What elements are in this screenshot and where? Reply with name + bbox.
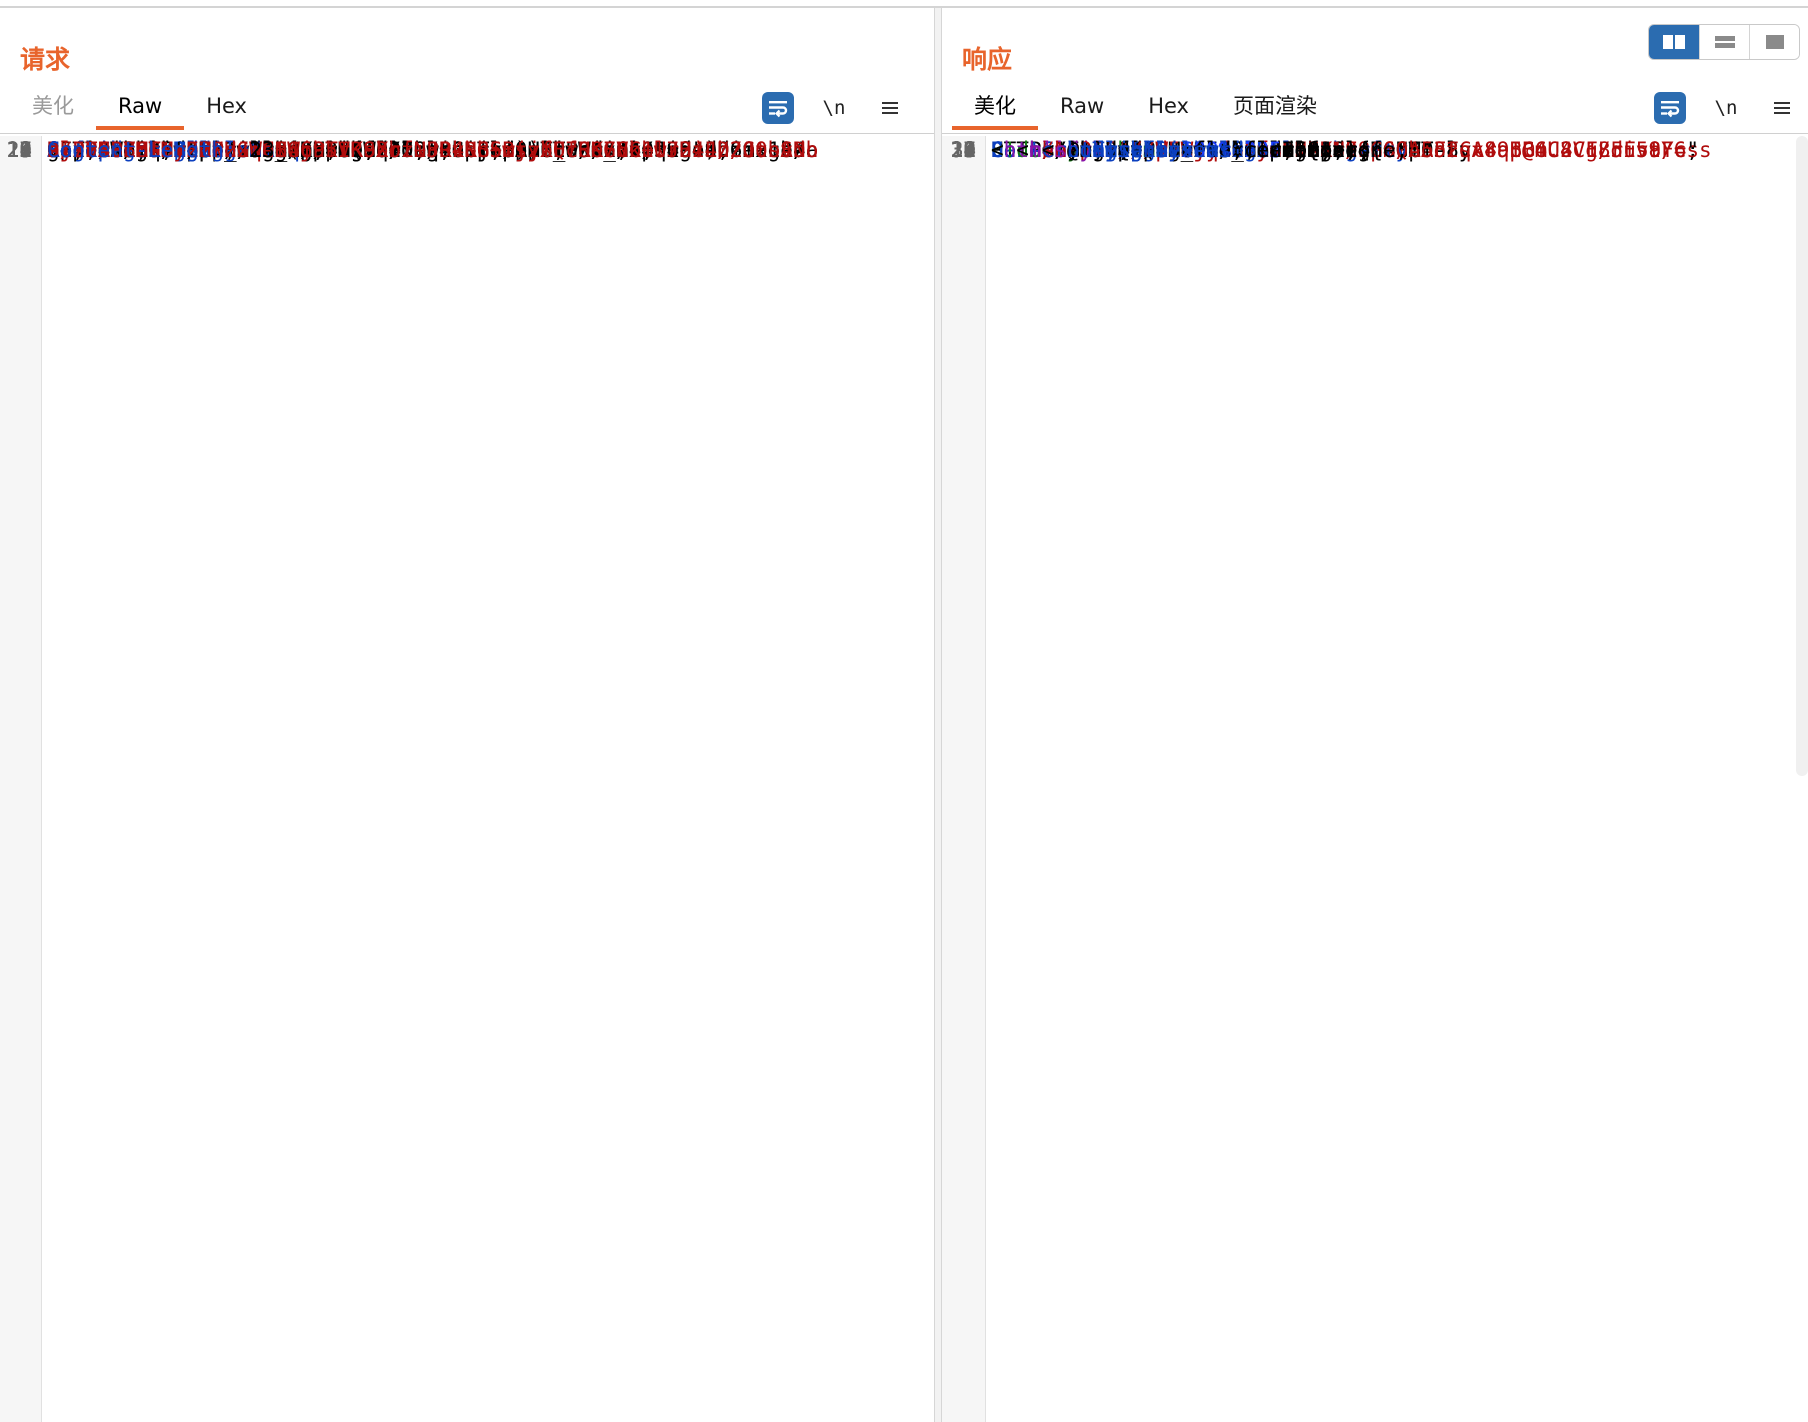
request-tab-raw[interactable]: Raw [96, 86, 185, 130]
request-tab-pretty[interactable]: 美化 [10, 86, 96, 130]
response-panel-title: 响应 [962, 45, 1013, 74]
code-token: Content-Length: [47, 138, 237, 162]
request-toolbar: \n [762, 92, 906, 124]
request-panel: 请求 美化 Raw Hex \n 1 GET /shirodemo_war_exp… [0, 8, 934, 1422]
menu-icon[interactable] [1766, 92, 1798, 124]
request-editor[interactable]: 1 GET /shirodemo_war_exploded/login.jsp H… [0, 136, 934, 1422]
response-line-gutter [942, 136, 986, 1422]
response-tabs-divider [942, 133, 1808, 134]
response-tab-hex[interactable]: Hex [1126, 86, 1211, 130]
panel-splitter[interactable] [934, 8, 942, 1422]
split-horizontal-icon[interactable] [1649, 25, 1699, 59]
response-editor[interactable]: 1 HTTP/1.1 200 2 Set-Cookie: JSESSIONID=068… [942, 136, 1808, 1422]
word-wrap-icon[interactable] [1654, 92, 1686, 124]
word-wrap-icon[interactable] [762, 92, 794, 124]
menu-icon[interactable] [874, 92, 906, 124]
request-panel-title: 请求 [20, 45, 71, 74]
split-vertical-icon[interactable] [1699, 25, 1749, 59]
code-token: :center; [1231, 138, 1333, 162]
response-tabs: 美化 Raw Hex 页面渲染 [952, 86, 1339, 130]
code-token: " [1686, 138, 1700, 162]
code-token: 2 [236, 138, 262, 162]
response-tab-pretty[interactable]: 美化 [952, 86, 1038, 130]
code-token: align-items [1092, 138, 1232, 162]
line-code: align-items:center; [991, 136, 1332, 164]
response-panel: 响应 美化 Raw Hex 页面渲染 \n 1 HTTP/1.1 200 2 Set-… [942, 8, 1808, 1422]
line-number: 39 [950, 138, 976, 162]
line-code: Content-Length: 2 [47, 136, 262, 164]
layout-toggle [1648, 24, 1800, 60]
response-scrollbar[interactable] [1796, 136, 1808, 776]
request-tab-hex[interactable]: Hex [184, 86, 269, 130]
request-line-gutter [0, 136, 42, 1422]
response-tab-raw[interactable]: Raw [1038, 86, 1126, 130]
newline-toggle-icon[interactable]: \n [1708, 92, 1744, 124]
newline-toggle-icon[interactable]: \n [816, 92, 852, 124]
single-pane-icon[interactable] [1749, 25, 1799, 59]
line-number: 23 [6, 138, 32, 162]
response-tab-render[interactable]: 页面渲染 [1211, 86, 1339, 130]
request-tabs-divider [0, 133, 934, 134]
request-tabs: 美化 Raw Hex [10, 86, 269, 130]
response-toolbar: \n [1654, 92, 1798, 124]
